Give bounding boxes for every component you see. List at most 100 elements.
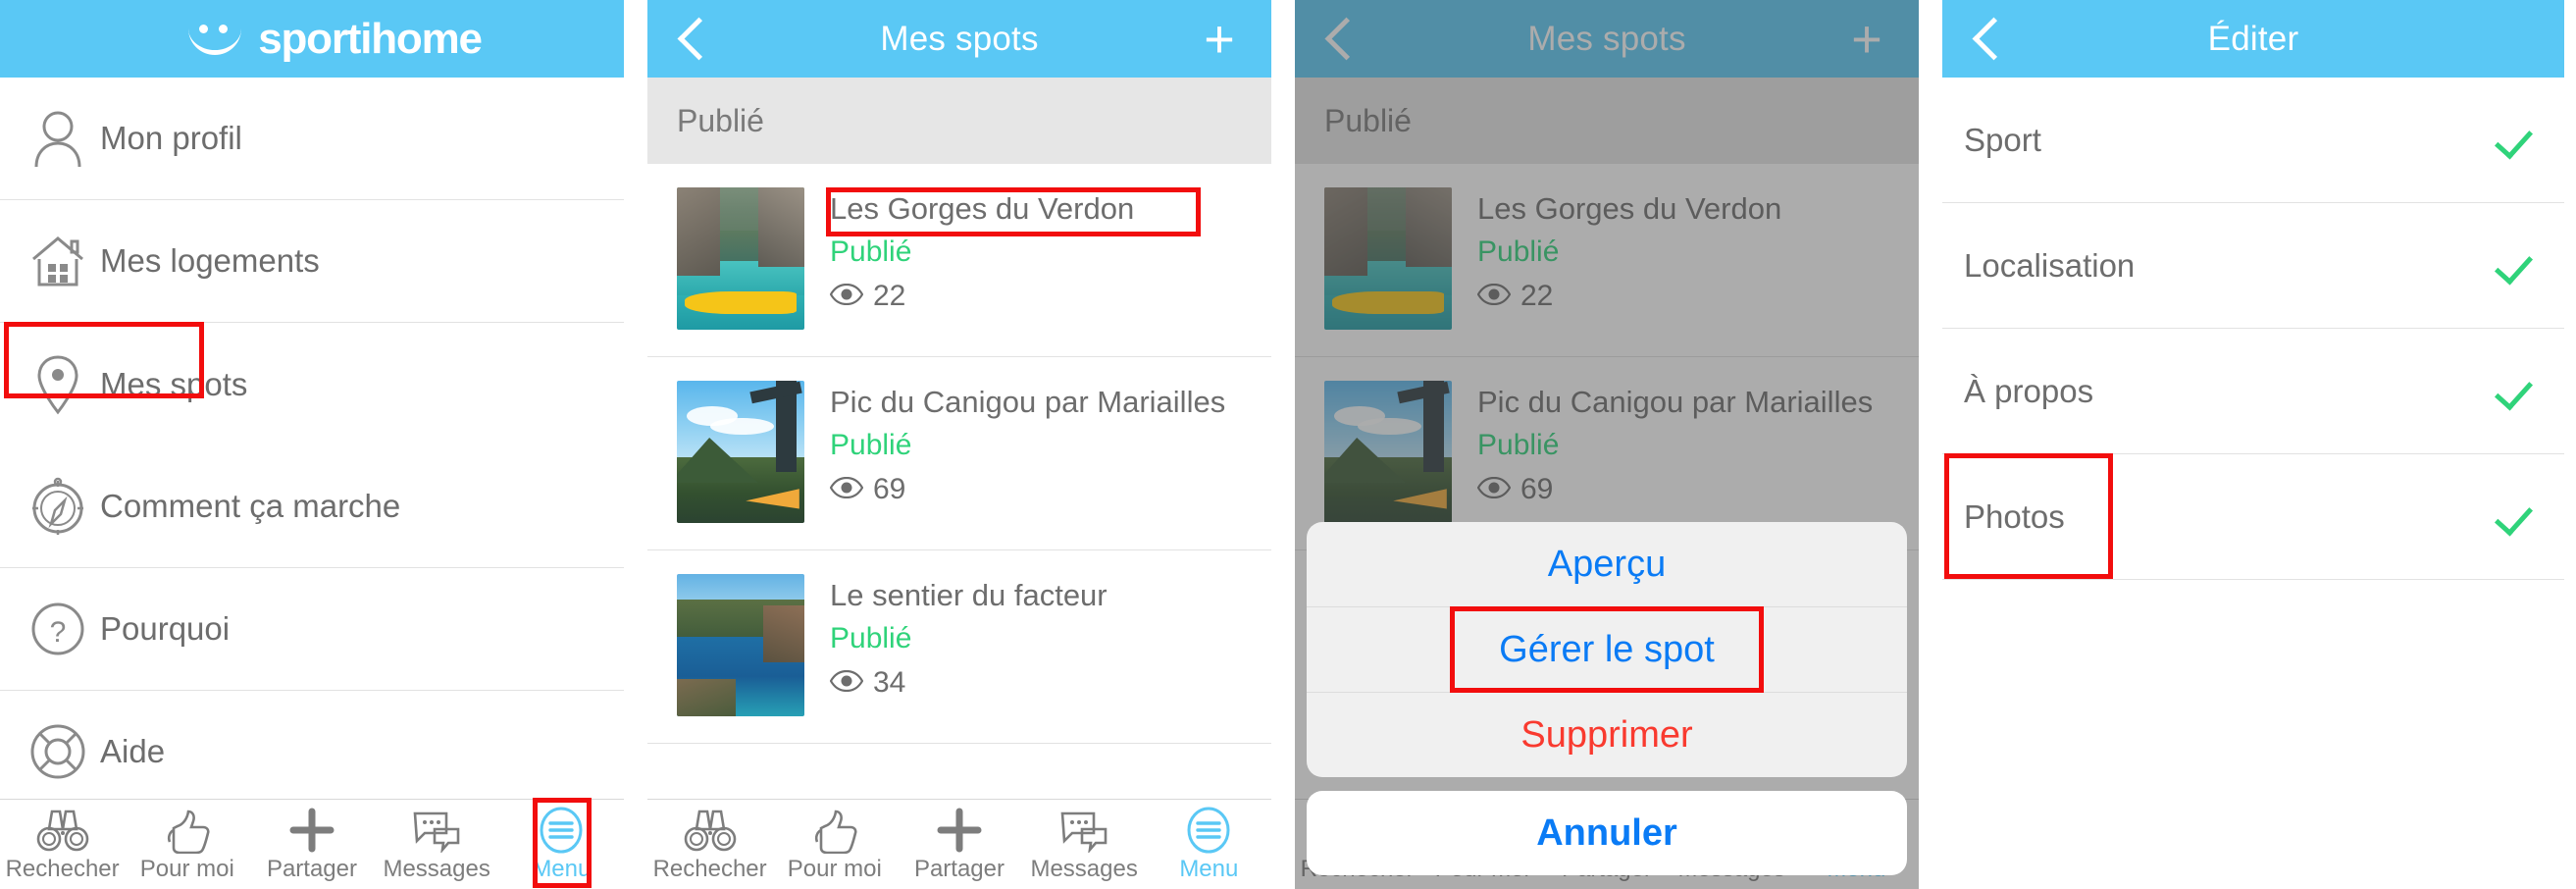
edit-row-localisation[interactable]: Localisation — [1942, 203, 2564, 329]
spot-thumbnail — [677, 381, 804, 523]
panel-mes-spots: Mes spots + Publié Les Gorges du Verdon … — [647, 0, 1271, 889]
tab-bar: Rechecher Pour moi Partager Messages — [647, 799, 1271, 889]
tab-label: Pour moi — [787, 856, 882, 882]
spot-views: 69 — [829, 469, 1225, 510]
compass-icon — [16, 476, 100, 537]
sidebar-item-label: Mes spots — [100, 365, 248, 402]
action-supprimer[interactable]: Supprimer — [1307, 693, 1907, 777]
tab-label: Menu — [1179, 856, 1239, 882]
tab-partager[interactable]: Partager — [249, 800, 374, 889]
back-button[interactable] — [669, 0, 728, 78]
tab-label: Rechecher — [652, 856, 767, 882]
hamburger-circle-icon — [1185, 806, 1232, 855]
sidebar-item-mes-spots[interactable]: Mes spots — [0, 322, 624, 445]
action-label: Aperçu — [1547, 543, 1667, 585]
spot-views: 34 — [829, 662, 1108, 704]
edit-row-photos[interactable]: Photos — [1942, 453, 2564, 580]
tab-messages[interactable]: Messages — [1022, 800, 1147, 889]
status-badge: Publié — [830, 235, 912, 268]
action-gerer-le-spot[interactable]: Gérer le spot — [1307, 606, 1907, 693]
menu-list: Mon profil Mes logements Mes spots Comme… — [0, 78, 624, 889]
tab-label: Partager — [913, 856, 1005, 882]
panel-divider-3 — [1919, 0, 1942, 889]
edit-row-sport[interactable]: Sport — [1942, 78, 2564, 203]
edit-row-a-propos[interactable]: À propos — [1942, 329, 2564, 454]
tab-label: Menu — [532, 856, 592, 882]
panel-action-sheet: Mes spots + Publié Les Gorges du Verdon … — [1295, 0, 1919, 889]
spot-name: Les Gorges du Verdon — [830, 191, 1135, 226]
sidebar-item-aide[interactable]: Aide — [0, 691, 624, 813]
sidebar-item-mon-profil[interactable]: Mon profil — [0, 78, 624, 200]
sidebar-item-label: Aide — [100, 733, 166, 769]
tab-label: Partager — [266, 856, 357, 882]
chevron-left-icon — [1972, 17, 2015, 61]
nav-bar: Mes spots + — [647, 0, 1271, 78]
section-header-label: Publié — [677, 102, 764, 138]
eye-icon — [829, 469, 864, 510]
question-circle-icon: ? — [16, 601, 100, 657]
plus-icon — [936, 806, 983, 855]
sidebar-item-label: Comment ça marche — [100, 488, 401, 524]
tab-menu[interactable]: Menu — [499, 798, 624, 889]
spot-thumbnail — [677, 187, 804, 330]
thumbs-up-icon — [809, 806, 860, 855]
life-ring-icon — [16, 722, 100, 781]
spot-views: 22 — [829, 276, 1134, 317]
back-button[interactable] — [1964, 0, 2023, 78]
action-label: Annuler — [1536, 811, 1677, 854]
action-annuler[interactable]: Annuler — [1307, 791, 1907, 875]
tab-rechercher[interactable]: Rechecher — [647, 800, 772, 889]
tab-partager[interactable]: Partager — [897, 800, 1021, 889]
tab-label: Pour moi — [139, 856, 234, 882]
tab-bar: Rechecher Pour moi Partager Messages — [0, 798, 624, 889]
check-icon — [2494, 497, 2534, 537]
tab-label: Rechecher — [5, 856, 120, 882]
brand-name: sportihome — [258, 14, 483, 63]
edit-row-label: Localisation — [1964, 246, 2136, 284]
list-item[interactable]: Le sentier du facteur Publié 34 — [647, 550, 1271, 744]
edit-row-label: Photos — [1964, 497, 2065, 535]
action-apercu[interactable]: Aperçu — [1307, 522, 1907, 607]
sidebar-item-comment-ca-marche[interactable]: Comment ça marche — [0, 445, 624, 568]
eye-icon — [829, 276, 864, 317]
action-label: Supprimer — [1520, 713, 1693, 756]
spot-name: Le sentier du facteur — [830, 578, 1108, 612]
add-spot-button[interactable]: + — [1195, 0, 1244, 78]
svg-text:?: ? — [50, 616, 67, 649]
panel-menu: sportihome Mon profil Mes logements Mes … — [0, 0, 624, 889]
sidebar-item-pourquoi[interactable]: ? Pourquoi — [0, 568, 624, 691]
section-header-publie: Publié — [647, 78, 1271, 164]
smiley-icon — [185, 23, 244, 56]
sidebar-item-label: Pourquoi — [100, 610, 231, 647]
nav-bar: Éditer — [1942, 0, 2564, 78]
binoculars-icon — [34, 806, 91, 855]
check-icon — [2494, 245, 2534, 286]
binoculars-icon — [682, 806, 739, 855]
tab-pour-moi[interactable]: Pour moi — [772, 800, 897, 889]
chat-bubbles-icon — [1056, 806, 1111, 855]
panel-divider-1 — [624, 0, 647, 889]
panel-divider-2 — [1271, 0, 1295, 889]
eye-icon — [829, 662, 864, 704]
tab-pour-moi[interactable]: Pour moi — [125, 800, 249, 889]
spot-views-count: 22 — [873, 280, 906, 312]
check-icon — [2494, 120, 2534, 160]
page-title: Mes spots — [880, 19, 1039, 58]
edit-row-label: Sport — [1964, 121, 2041, 158]
list-item[interactable]: Les Gorges du Verdon Publié 22 — [647, 164, 1271, 357]
chevron-left-icon — [677, 17, 720, 61]
status-badge: Publié — [830, 429, 912, 461]
tab-rechercher[interactable]: Rechecher — [0, 800, 125, 889]
action-sheet-group: Aperçu Gérer le spot Supprimer — [1307, 522, 1907, 777]
tab-messages[interactable]: Messages — [375, 800, 499, 889]
user-icon — [16, 110, 100, 167]
tab-menu[interactable]: Menu — [1147, 800, 1271, 889]
screenshot-root: sportihome Mon profil Mes logements Mes … — [0, 0, 2576, 889]
action-sheet: Aperçu Gérer le spot Supprimer Annuler — [1307, 522, 1907, 875]
sidebar-item-mes-logements[interactable]: Mes logements — [0, 200, 624, 323]
status-badge: Publié — [830, 622, 912, 654]
action-label: Gérer le spot — [1499, 628, 1715, 670]
panel-editer: Éditer Sport Localisation À propos Photo… — [1942, 0, 2564, 889]
list-item[interactable]: Pic du Canigou par Mariailles Publié 69 — [647, 357, 1271, 550]
thumbs-up-icon — [162, 806, 213, 855]
